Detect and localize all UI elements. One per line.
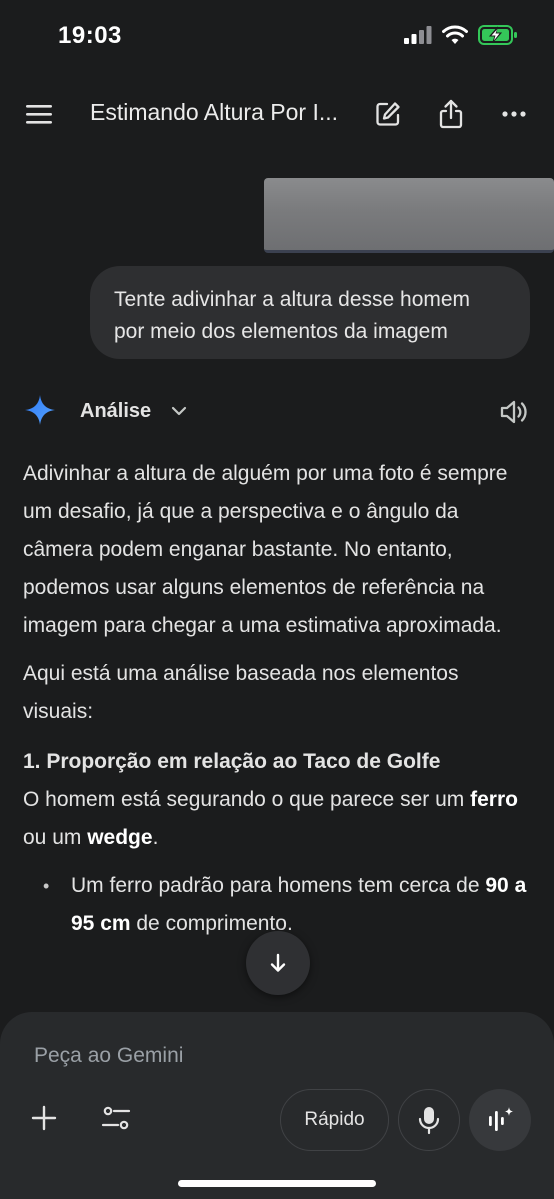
conversation-title[interactable]: Estimando Altura Por I... <box>90 99 338 126</box>
more-options-button[interactable] <box>496 96 532 132</box>
arrow-down-icon <box>270 953 286 972</box>
gemini-chat-screen: 19:03 Estimando Altura Por I... Tente ad… <box>0 0 554 1199</box>
mode-selector-button[interactable]: Rápido <box>280 1089 389 1151</box>
status-icons <box>404 25 518 45</box>
user-message-text: Tente adivinhar a altura desse homem por… <box>114 288 471 343</box>
model-label[interactable]: Análise <box>80 400 151 423</box>
share-icon <box>439 99 463 129</box>
add-attachment-button[interactable] <box>26 1100 62 1136</box>
tools-sliders-icon <box>101 1106 131 1130</box>
section-1-text-c: . <box>152 826 159 849</box>
section-heading-1: 1. Proporção em relação ao Taco de Golfe <box>23 750 441 773</box>
prompt-input[interactable]: Peça ao Gemini <box>34 1044 514 1076</box>
mode-label: Rápido <box>304 1109 365 1130</box>
more-horizontal-icon <box>502 111 526 117</box>
live-audio-icon <box>489 1107 514 1131</box>
top-app-bar: Estimando Altura Por I... <box>0 82 554 146</box>
battery-charging-icon <box>478 25 517 45</box>
section-1-paragraph: O homem está segurando o que parece ser … <box>23 781 533 857</box>
response-paragraph-2: Aqui está uma análise baseada nos elemen… <box>23 662 459 723</box>
section-1-text-b: ou um <box>23 826 88 849</box>
gemini-sparkle-icon <box>25 395 55 425</box>
microphone-button[interactable] <box>398 1089 460 1151</box>
edit-icon <box>376 102 400 126</box>
section-1-bold-b: wedge <box>87 826 153 849</box>
section-1-bold-a: ferro <box>470 788 518 811</box>
section-1-text-a: O homem está segurando o que parece ser … <box>23 788 471 811</box>
hamburger-menu-icon <box>26 105 52 124</box>
user-message-bubble: Tente adivinhar a altura desse homem por… <box>90 266 530 359</box>
menu-button[interactable] <box>24 100 54 128</box>
response-header: Análise <box>24 394 530 430</box>
cellular-signal-icon <box>404 26 432 44</box>
status-time: 19:03 <box>58 22 122 49</box>
share-button[interactable] <box>433 96 469 132</box>
response-body: Adivinhar a altura de alguém por uma fot… <box>23 455 533 943</box>
composer-panel: Peça ao Gemini Rápido <box>0 1012 554 1199</box>
scroll-to-bottom-button[interactable] <box>246 931 310 995</box>
uploaded-image-thumbnail[interactable] <box>264 178 554 253</box>
status-bar: 19:03 <box>0 0 554 70</box>
tools-button[interactable] <box>98 1100 134 1136</box>
speaker-icon[interactable] <box>498 396 530 428</box>
plus-icon <box>31 1105 57 1131</box>
microphone-icon <box>418 1107 440 1135</box>
chevron-down-icon[interactable] <box>168 400 190 422</box>
new-chat-button[interactable] <box>370 96 406 132</box>
home-indicator <box>178 1180 376 1187</box>
bullet-1-text-a: Um ferro padrão para homens tem cerca de <box>71 874 486 897</box>
live-mode-button[interactable] <box>469 1089 531 1151</box>
response-paragraph-1: Adivinhar a altura de alguém por uma fot… <box>23 462 508 637</box>
wifi-icon <box>442 25 468 44</box>
